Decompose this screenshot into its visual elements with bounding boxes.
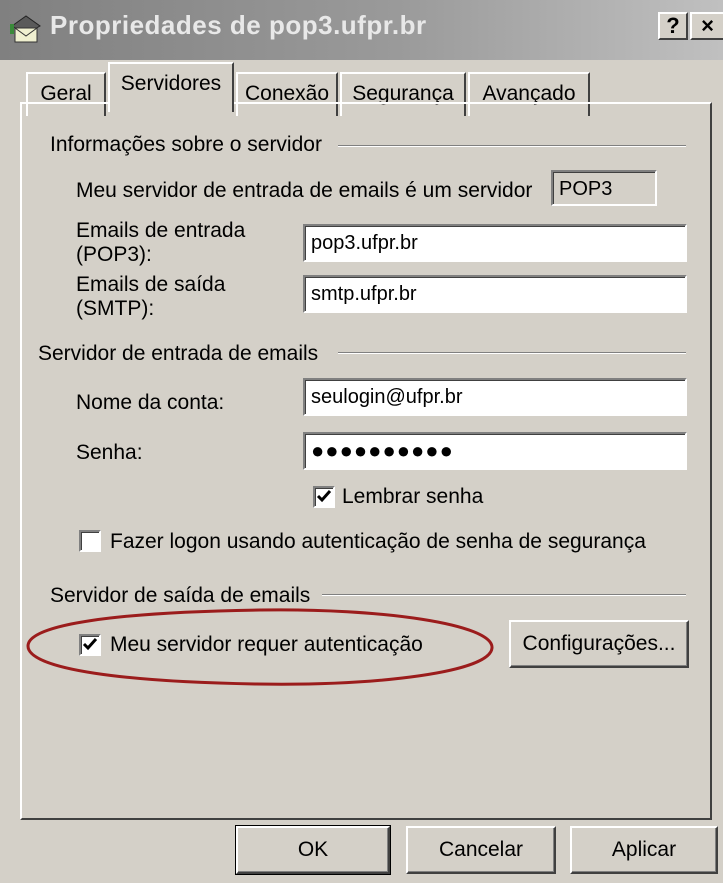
group-divider [322, 594, 686, 596]
account-label: Nome da conta: [76, 391, 225, 414]
server-info-group-label: Informações sobre o servidor [50, 133, 322, 156]
password-input[interactable]: ●●●●●●●●●● [303, 432, 687, 470]
mail-properties-icon [10, 15, 41, 43]
ok-button[interactable]: OK [235, 825, 391, 875]
help-button[interactable]: ? [658, 12, 688, 40]
incoming-server-group-label: Servidor de entrada de emails [38, 342, 319, 365]
annotation-ellipse [26, 608, 494, 686]
outgoing-server-input[interactable]: smtp.ufpr.br [303, 275, 687, 313]
incoming-label-line1: Emails de entrada [76, 219, 246, 242]
checkmark-icon [316, 490, 332, 503]
remember-password-label[interactable]: Lembrar senha [342, 485, 483, 509]
active-tab-joiner [110, 102, 232, 106]
window-title: Propriedades de pop3.ufpr.br [50, 10, 427, 40]
group-divider [338, 352, 686, 354]
outgoing-label-line2: (SMTP): [76, 297, 155, 320]
incoming-type-label: Meu servidor de entrada de emails é um s… [76, 179, 533, 202]
apply-button[interactable]: Aplicar [570, 826, 718, 874]
incoming-server-input[interactable]: pop3.ufpr.br [303, 224, 687, 262]
account-name-input[interactable]: seulogin@ufpr.br [303, 378, 687, 416]
remember-password-checkbox[interactable] [313, 486, 335, 508]
incoming-label-line2: (POP3): [76, 243, 152, 266]
settings-button[interactable]: Configurações... [509, 620, 689, 668]
close-button[interactable]: × [690, 12, 723, 40]
outgoing-label-line1: Emails de saída [76, 273, 226, 296]
incoming-type-field: POP3 [551, 170, 657, 206]
spa-logon-checkbox[interactable] [79, 530, 101, 552]
cancel-button[interactable]: Cancelar [406, 826, 556, 874]
password-label: Senha: [76, 441, 143, 464]
title-bar[interactable]: Propriedades de pop3.ufpr.br ? × [0, 0, 723, 62]
spa-logon-label[interactable]: Fazer logon usando autenticação de senha… [110, 530, 646, 554]
group-divider [338, 145, 686, 147]
